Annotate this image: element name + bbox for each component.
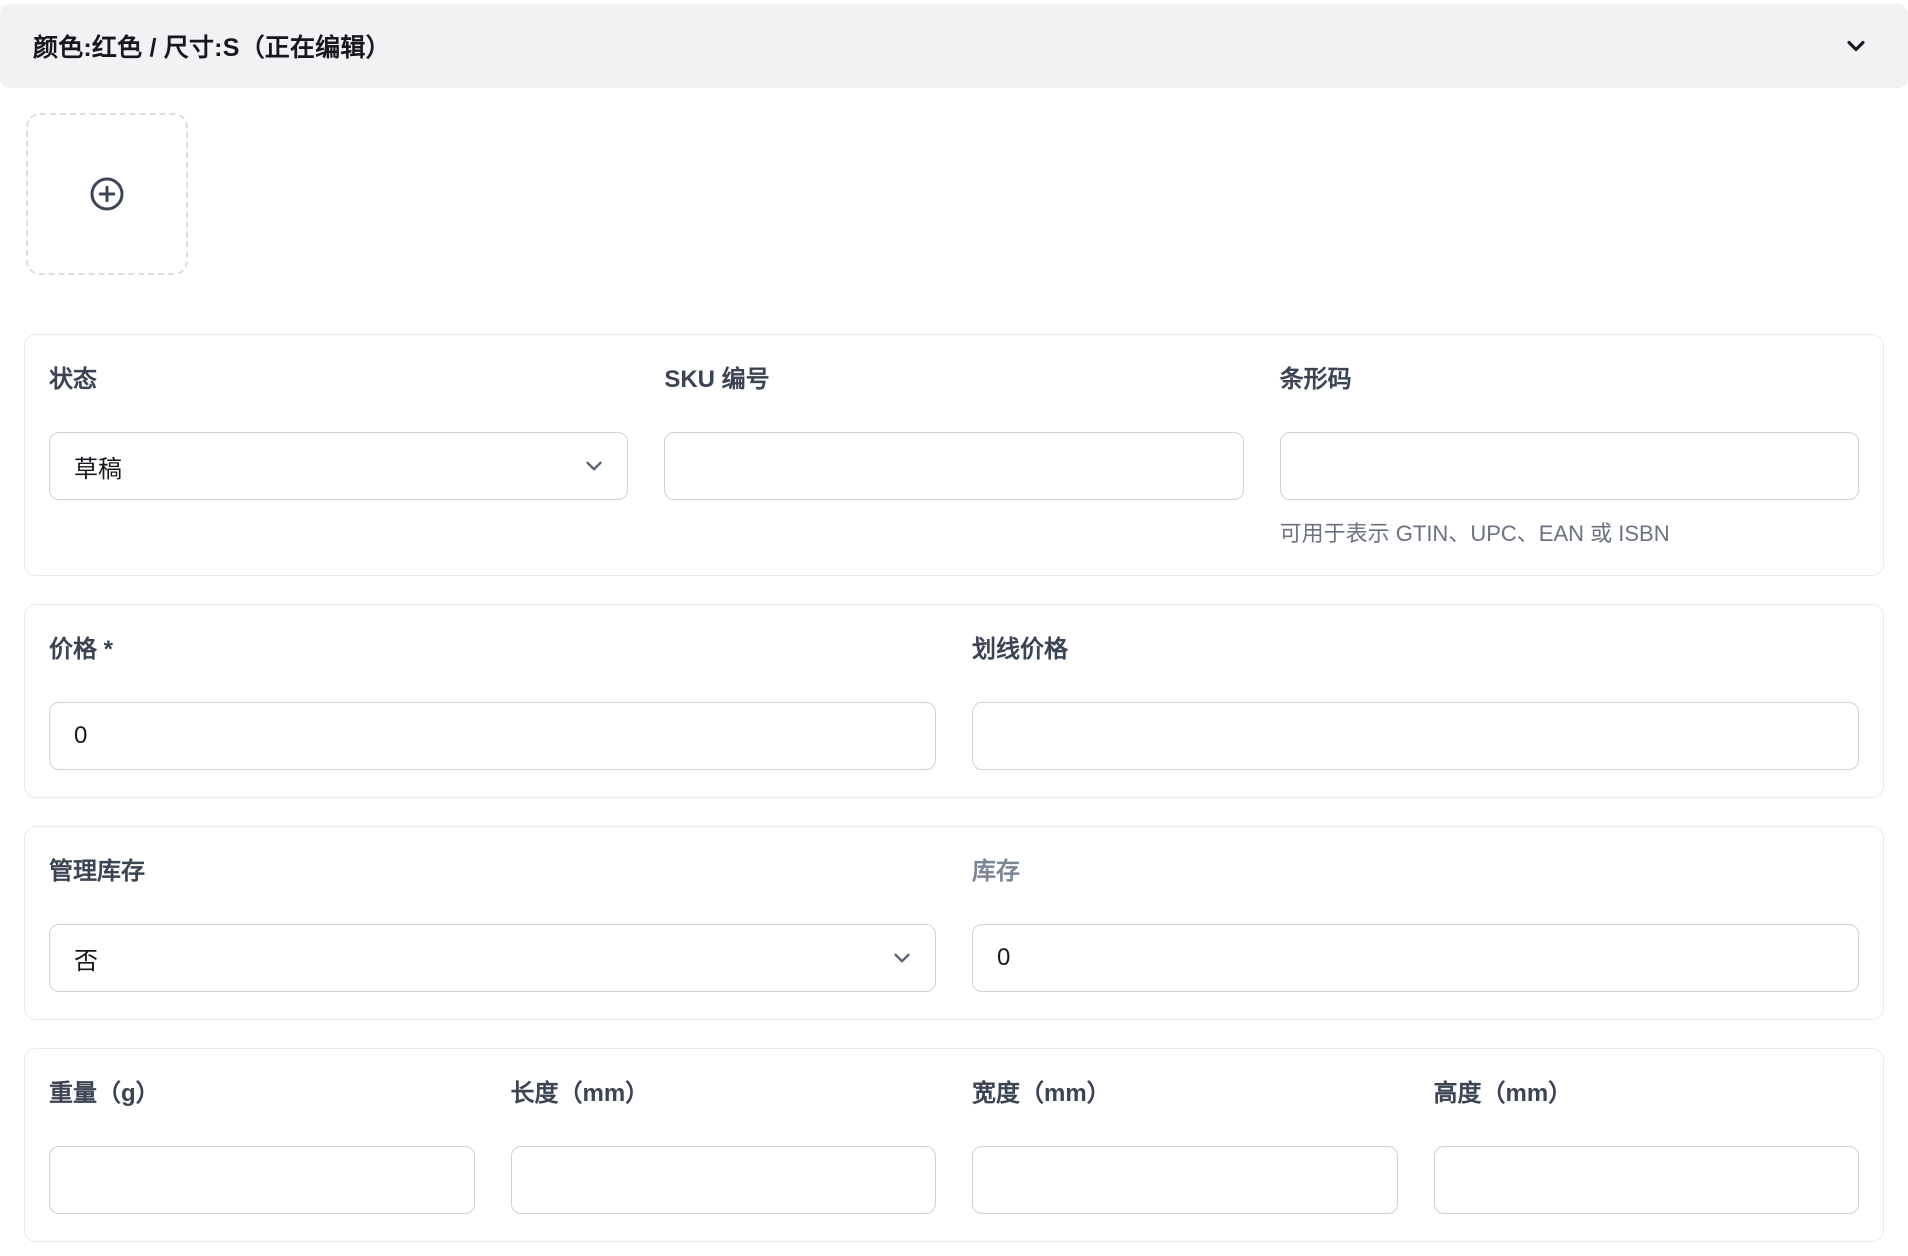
status-label: 状态 [49, 365, 628, 395]
variant-media-row [26, 113, 1908, 275]
width-input[interactable] [972, 1146, 1398, 1214]
chevron-down-icon [889, 945, 915, 971]
barcode-label: 条形码 [1280, 365, 1859, 395]
manage-stock-select-value: 否 [74, 941, 98, 976]
add-image-button[interactable] [26, 113, 188, 275]
barcode-field: 条形码 可用于表示 GTIN、UPC、EAN 或 ISBN [1280, 365, 1859, 548]
sku-input[interactable] [664, 432, 1243, 500]
stock-label: 库存 [972, 857, 1859, 887]
compare-at-price-input[interactable] [972, 702, 1859, 770]
pricing-card: 价格 * 划线价格 [24, 604, 1884, 798]
length-field: 长度（mm） [511, 1079, 937, 1214]
compare-at-price-label: 划线价格 [972, 635, 1859, 665]
sku-label: SKU 编号 [664, 365, 1243, 395]
price-field: 价格 * [49, 635, 936, 770]
length-label: 长度（mm） [511, 1079, 937, 1109]
sku-field: SKU 编号 [664, 365, 1243, 548]
weight-label: 重量（g） [49, 1079, 475, 1109]
stock-input[interactable] [972, 924, 1859, 992]
price-input[interactable] [49, 702, 936, 770]
weight-input[interactable] [49, 1146, 475, 1214]
weight-field: 重量（g） [49, 1079, 475, 1214]
stock-field: 库存 [972, 857, 1859, 992]
compare-at-price-field: 划线价格 [972, 635, 1859, 770]
length-input[interactable] [511, 1146, 937, 1214]
status-select-value: 草稿 [74, 449, 122, 484]
height-field: 高度（mm） [1434, 1079, 1860, 1214]
manage-stock-label: 管理库存 [49, 857, 936, 887]
width-field: 宽度（mm） [972, 1079, 1398, 1214]
variant-header[interactable]: 颜色:红色 / 尺寸:S（正在编辑） [0, 4, 1908, 88]
chevron-down-icon[interactable] [1842, 32, 1870, 60]
status-select[interactable]: 草稿 [49, 432, 628, 500]
status-field: 状态 草稿 [49, 365, 628, 548]
inventory-card: 管理库存 否 库存 [24, 826, 1884, 1020]
chevron-down-icon [581, 453, 607, 479]
variant-title: 颜色:红色 / 尺寸:S（正在编辑） [33, 28, 391, 64]
dimensions-card: 重量（g） 长度（mm） 宽度（mm） 高度（mm） [24, 1048, 1884, 1242]
barcode-input[interactable] [1280, 432, 1859, 500]
manage-stock-select[interactable]: 否 [49, 924, 936, 992]
height-input[interactable] [1434, 1146, 1860, 1214]
manage-stock-field: 管理库存 否 [49, 857, 936, 992]
width-label: 宽度（mm） [972, 1079, 1398, 1109]
height-label: 高度（mm） [1434, 1079, 1860, 1109]
plus-circle-icon [89, 176, 125, 212]
barcode-helper-text: 可用于表示 GTIN、UPC、EAN 或 ISBN [1280, 520, 1859, 548]
details-card: 状态 草稿 SKU 编号 条形码 可用于表示 GTIN、UPC、EAN 或 IS… [24, 334, 1884, 576]
price-label: 价格 * [49, 635, 936, 665]
